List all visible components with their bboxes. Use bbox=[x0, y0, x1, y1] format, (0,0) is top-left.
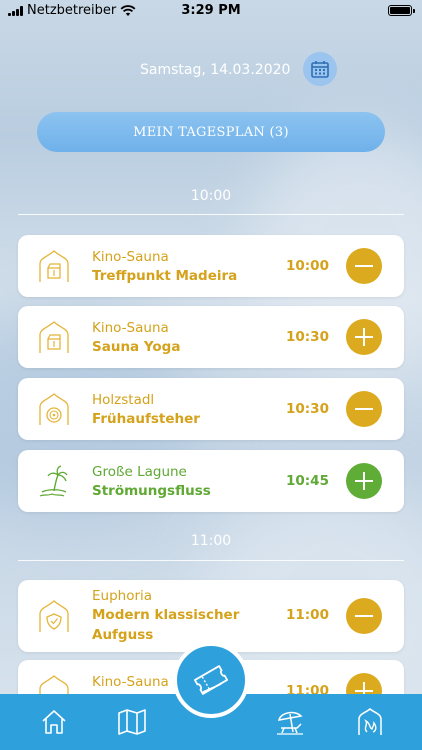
event-time: 10:30 bbox=[286, 401, 329, 417]
tab-home[interactable] bbox=[36, 704, 72, 740]
sauna-wood-icon bbox=[39, 393, 69, 425]
event-location: Euphoria bbox=[92, 588, 153, 604]
event-time: 10:45 bbox=[286, 473, 329, 489]
current-date: Samstag, 14.03.2020 bbox=[140, 62, 291, 78]
event-time: 10:30 bbox=[286, 329, 329, 345]
home-icon bbox=[42, 710, 66, 734]
remove-button[interactable] bbox=[346, 248, 382, 284]
status-bar: Netzbetreiber 3:29 PM bbox=[0, 0, 422, 22]
tickets-button[interactable] bbox=[173, 642, 249, 718]
event-card[interactable]: Kino-Sauna Sauna Yoga 10:30 bbox=[18, 306, 404, 368]
beach-icon bbox=[277, 711, 303, 735]
event-card[interactable]: Große Lagune Strömungsfluss 10:45 bbox=[18, 450, 404, 512]
lagoon-palm-icon bbox=[39, 465, 68, 497]
calendar-button[interactable] bbox=[303, 52, 337, 86]
event-title: Strömungsfluss bbox=[92, 483, 211, 499]
sauna-cinema-icon bbox=[39, 321, 69, 353]
section-divider bbox=[18, 214, 404, 215]
event-location: Kino-Sauna bbox=[92, 674, 169, 690]
map-icon bbox=[118, 709, 146, 735]
sauna-icon bbox=[358, 708, 382, 735]
sauna-shield-icon bbox=[39, 600, 69, 632]
tab-sauna[interactable] bbox=[352, 704, 388, 740]
tab-beach[interactable] bbox=[272, 704, 308, 740]
tab-map[interactable] bbox=[114, 704, 150, 740]
event-location: Holzstadl bbox=[92, 392, 155, 408]
status-time: 3:29 PM bbox=[181, 3, 241, 18]
event-location: Große Lagune bbox=[92, 464, 187, 480]
daily-plan-button[interactable]: MEIN TAGESPLAN (3) bbox=[37, 112, 385, 152]
event-title-line2: Aufguss bbox=[92, 627, 154, 643]
remove-button[interactable] bbox=[346, 598, 382, 634]
event-title: Frühaufsteher bbox=[92, 411, 200, 427]
section-time-1100: 11:00 bbox=[190, 533, 232, 549]
tickets-icon bbox=[193, 665, 229, 695]
event-time: 10:00 bbox=[286, 258, 329, 274]
event-location: Kino-Sauna bbox=[92, 249, 169, 265]
event-time: 11:00 bbox=[286, 607, 329, 623]
event-title: Treffpunkt Madeira bbox=[92, 268, 238, 284]
section-time-1000: 10:00 bbox=[190, 188, 232, 204]
event-card[interactable]: Kino-Sauna Treffpunkt Madeira 10:00 bbox=[18, 235, 404, 297]
section-divider bbox=[18, 560, 404, 561]
event-location: Kino-Sauna bbox=[92, 320, 169, 336]
event-card[interactable]: Holzstadl Frühaufsteher 10:30 bbox=[18, 378, 404, 440]
add-button[interactable] bbox=[346, 319, 382, 355]
event-title-line1: Modern klassischer bbox=[92, 607, 240, 623]
calendar-icon bbox=[311, 61, 329, 78]
add-button[interactable] bbox=[346, 463, 382, 499]
event-title: Sauna Yoga bbox=[92, 339, 181, 355]
battery-icon bbox=[388, 5, 415, 16]
sauna-cinema-icon bbox=[39, 250, 69, 282]
remove-button[interactable] bbox=[346, 391, 382, 427]
